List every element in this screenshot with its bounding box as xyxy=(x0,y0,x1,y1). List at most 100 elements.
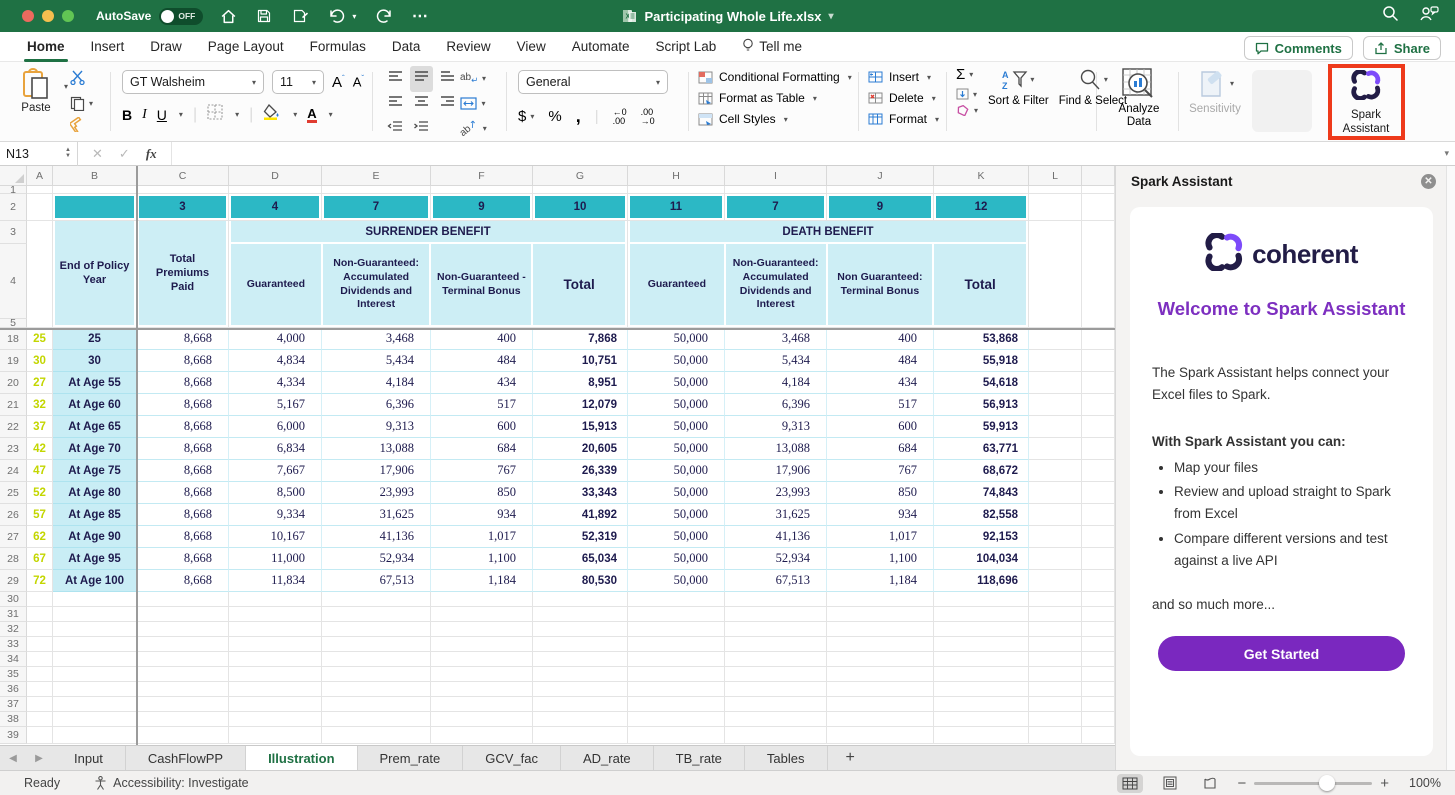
sheet-tab-input[interactable]: Input xyxy=(52,746,126,770)
tab-home[interactable]: Home xyxy=(14,32,78,62)
sort-filter-button[interactable]: AZ ▾ Sort & Filter xyxy=(988,68,1049,116)
font-color-chevron-icon[interactable]: ▾ xyxy=(329,110,333,119)
column-header-K[interactable]: K xyxy=(934,166,1029,186)
search-icon[interactable] xyxy=(1382,5,1399,27)
cell[interactable] xyxy=(1082,194,1115,221)
data-cell-G27[interactable]: 52,319 xyxy=(533,526,628,548)
cell[interactable] xyxy=(533,622,628,637)
increase-indent-button[interactable] xyxy=(413,120,429,138)
row-header-36[interactable]: 36 xyxy=(0,682,27,697)
cell[interactable] xyxy=(137,592,229,607)
teal-number-cell[interactable]: 9 xyxy=(827,194,934,221)
data-cell-D19[interactable]: 4,834 xyxy=(229,350,322,372)
redo-icon[interactable] xyxy=(373,5,395,27)
column-header-H[interactable]: H xyxy=(628,166,725,186)
row-header-28[interactable]: 28 xyxy=(0,548,27,570)
cell[interactable] xyxy=(934,682,1029,697)
cell[interactable] xyxy=(431,592,533,607)
cell[interactable] xyxy=(1029,372,1082,394)
cell[interactable] xyxy=(725,712,827,727)
format-painter-button[interactable] xyxy=(70,117,93,137)
cell[interactable] xyxy=(1082,682,1115,697)
age-cell[interactable]: 72 xyxy=(27,570,53,592)
data-cell-K22[interactable]: 59,913 xyxy=(934,416,1029,438)
cell[interactable] xyxy=(628,727,725,744)
policy-year-cell[interactable]: At Age 65 xyxy=(53,416,137,438)
formula-bar-chevron-icon[interactable]: ▾ xyxy=(1444,148,1449,159)
align-top-button[interactable] xyxy=(388,70,403,88)
cell[interactable] xyxy=(628,592,725,607)
data-cell-G22[interactable]: 15,913 xyxy=(533,416,628,438)
increase-decimal-button[interactable]: ←0.00 xyxy=(613,108,627,126)
cell[interactable] xyxy=(1029,607,1082,622)
zoom-slider[interactable] xyxy=(1254,782,1372,785)
tab-data[interactable]: Data xyxy=(379,32,434,62)
cell[interactable] xyxy=(53,697,137,712)
policy-year-cell[interactable]: 25 xyxy=(53,328,137,350)
data-cell-G21[interactable]: 12,079 xyxy=(533,394,628,416)
cell[interactable] xyxy=(27,682,53,697)
increase-font-button[interactable]: Aˆ xyxy=(332,74,345,91)
cell[interactable] xyxy=(431,712,533,727)
cell[interactable] xyxy=(431,727,533,744)
data-cell-G28[interactable]: 65,034 xyxy=(533,548,628,570)
cell[interactable] xyxy=(137,697,229,712)
cell[interactable] xyxy=(533,712,628,727)
age-cell[interactable]: 32 xyxy=(27,394,53,416)
home-icon[interactable] xyxy=(217,5,239,27)
cell[interactable] xyxy=(27,637,53,652)
data-cell-I24[interactable]: 17,906 xyxy=(725,460,827,482)
data-cell-I19[interactable]: 5,434 xyxy=(725,350,827,372)
cell[interactable] xyxy=(229,727,322,744)
borders-button[interactable] xyxy=(207,104,223,125)
cell[interactable] xyxy=(431,667,533,682)
data-cell-F24[interactable]: 767 xyxy=(431,460,533,482)
scrollbar[interactable] xyxy=(1446,166,1455,770)
data-cell-K20[interactable]: 54,618 xyxy=(934,372,1029,394)
data-cell-C26[interactable]: 8,668 xyxy=(137,504,229,526)
cell[interactable] xyxy=(1029,592,1082,607)
sheet-tab-cashflowpp[interactable]: CashFlowPP xyxy=(126,746,246,770)
cell[interactable] xyxy=(1029,652,1082,667)
cell[interactable] xyxy=(1082,570,1115,592)
cell[interactable] xyxy=(725,622,827,637)
autosum-button[interactable]: Σ▾ xyxy=(956,66,978,83)
cell[interactable] xyxy=(27,194,53,221)
cell[interactable] xyxy=(1082,727,1115,744)
merge-center-button[interactable]: ▾ xyxy=(460,97,485,110)
cell[interactable] xyxy=(1029,350,1082,372)
cell[interactable] xyxy=(1029,637,1082,652)
cell[interactable] xyxy=(27,221,53,328)
cell[interactable] xyxy=(628,697,725,712)
cell[interactable] xyxy=(934,637,1029,652)
copy-button[interactable]: ▾ xyxy=(70,96,93,111)
cell[interactable] xyxy=(137,712,229,727)
data-cell-F28[interactable]: 1,100 xyxy=(431,548,533,570)
tab-script-lab[interactable]: Script Lab xyxy=(643,32,730,62)
policy-year-cell[interactable]: At Age 90 xyxy=(53,526,137,548)
data-cell-C25[interactable]: 8,668 xyxy=(137,482,229,504)
cell[interactable] xyxy=(533,682,628,697)
cell[interactable] xyxy=(53,622,137,637)
data-cell-G29[interactable]: 80,530 xyxy=(533,570,628,592)
cell[interactable] xyxy=(628,637,725,652)
data-cell-D29[interactable]: 11,834 xyxy=(229,570,322,592)
data-cell-J27[interactable]: 1,017 xyxy=(827,526,934,548)
data-cell-C18[interactable]: 8,668 xyxy=(137,328,229,350)
data-cell-K26[interactable]: 82,558 xyxy=(934,504,1029,526)
data-cell-H26[interactable]: 50,000 xyxy=(628,504,725,526)
data-cell-F25[interactable]: 850 xyxy=(431,482,533,504)
cell[interactable] xyxy=(1029,328,1082,350)
cell[interactable] xyxy=(725,607,827,622)
data-cell-H18[interactable]: 50,000 xyxy=(628,328,725,350)
cell[interactable] xyxy=(1029,548,1082,570)
save-as-icon[interactable] xyxy=(289,5,311,27)
cell[interactable] xyxy=(1029,438,1082,460)
number-format-select[interactable]: General▾ xyxy=(518,70,668,94)
sheet-tab-tables[interactable]: Tables xyxy=(745,746,828,770)
data-cell-E28[interactable]: 52,934 xyxy=(322,548,431,570)
sheet-tab-ad_rate[interactable]: AD_rate xyxy=(561,746,654,770)
data-cell-G26[interactable]: 41,892 xyxy=(533,504,628,526)
cell[interactable] xyxy=(431,682,533,697)
spreadsheet-grid[interactable]: ABCDEFGHIJKL12347910117912345End of Poli… xyxy=(0,166,1115,745)
